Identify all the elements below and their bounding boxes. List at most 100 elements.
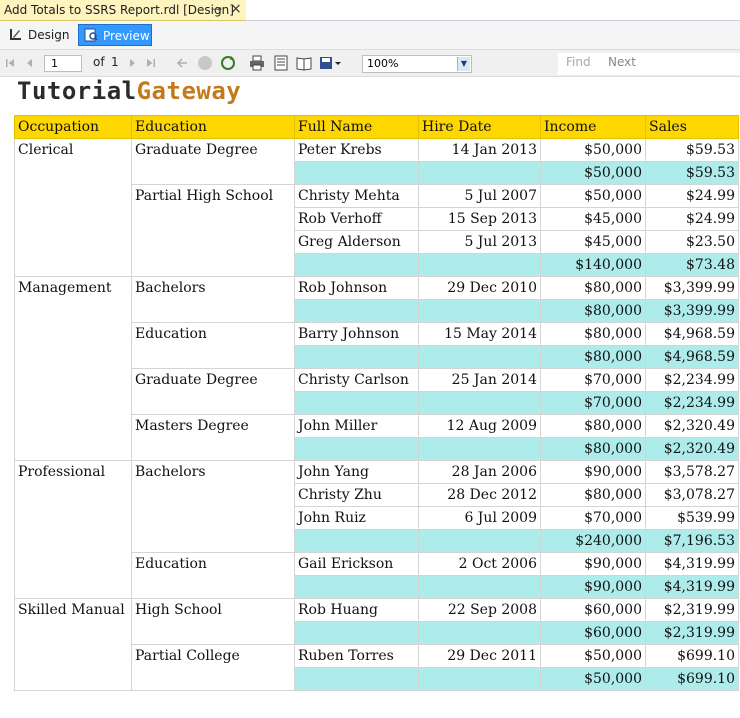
sales-cell: $4,319.99	[645, 552, 739, 576]
hire-date-cell: 14 Jan 2013	[418, 138, 541, 162]
full-name-cell: Christy Carlson	[294, 368, 419, 392]
sales-cell: $3,399.99	[645, 276, 739, 300]
header-row: Occupation Education Full Name Hire Date Inc…	[14, 115, 739, 139]
hire-date-cell: 25 Jan 2014	[418, 368, 541, 392]
last-page-icon[interactable]	[144, 57, 156, 69]
full-name-cell: John Miller	[294, 414, 419, 438]
income-total-cell: $80,000	[540, 345, 646, 369]
sales-cell: $539.99	[645, 506, 739, 530]
tutorial-gateway-logo: TutorialGateway	[17, 77, 241, 105]
next-page-icon[interactable]	[126, 57, 138, 69]
sales-cell: $3,078.27	[645, 483, 739, 507]
sales-total-cell: $2,319.99	[645, 621, 739, 645]
first-page-icon[interactable]	[5, 57, 17, 69]
subtotal-blank-cell	[418, 253, 541, 277]
stop-icon[interactable]	[197, 55, 213, 71]
occupation-cell: Professional	[14, 460, 132, 599]
income-total-cell: $80,000	[540, 437, 646, 461]
education-cell: Graduate Degree	[131, 138, 295, 185]
find-area: Find Next	[558, 53, 740, 75]
sales-cell: $2,320.49	[645, 414, 739, 438]
hire-date-cell: 28 Jan 2006	[418, 460, 541, 484]
full-name-cell: John Ruiz	[294, 506, 419, 530]
income-cell: $50,000	[540, 184, 646, 208]
hire-date-cell: 29 Dec 2010	[418, 276, 541, 300]
print-icon[interactable]	[249, 55, 265, 71]
full-name-cell: Rob Johnson	[294, 276, 419, 300]
subtotal-blank-cell	[294, 253, 419, 277]
find-link[interactable]: Find	[566, 55, 591, 69]
hire-date-cell: 6 Jul 2009	[418, 506, 541, 530]
full-name-cell: Rob Huang	[294, 598, 419, 622]
document-tab-title: Add Totals to SSRS Report.rdl [Design]	[4, 3, 234, 17]
table-row: Skilled Manual High School Rob Huang 22 Sep…	[14, 598, 739, 691]
income-total-cell: $80,000	[540, 299, 646, 323]
document-tab[interactable]: Add Totals to SSRS Report.rdl [Design] ⊸…	[0, 0, 246, 21]
subtotal-blank-cell	[294, 161, 419, 185]
sales-cell: $23.50	[645, 230, 739, 254]
subtotal-blank-cell	[294, 575, 419, 599]
full-name-cell: Peter Krebs	[294, 138, 419, 162]
subtotal-blank-cell	[418, 437, 541, 461]
next-link[interactable]: Next	[608, 55, 636, 69]
hire-date-cell: 28 Dec 2012	[418, 483, 541, 507]
column-header: Full Name	[294, 115, 419, 139]
subtotal-blank-cell	[294, 621, 419, 645]
previous-page-icon[interactable]	[24, 57, 36, 69]
sales-cell: $24.99	[645, 184, 739, 208]
close-icon[interactable]: ×	[230, 1, 242, 17]
sales-total-cell: $59.53	[645, 161, 739, 185]
design-ruler-icon	[10, 29, 21, 40]
export-icon[interactable]	[319, 55, 341, 71]
subtotal-blank-cell	[294, 529, 419, 553]
design-tab-button[interactable]: Design	[4, 24, 74, 46]
income-cell: $60,000	[540, 598, 646, 622]
education-cell: Bachelors	[131, 276, 295, 323]
preview-tab-button[interactable]: Preview	[78, 24, 152, 46]
view-tabs: Design Preview	[0, 21, 740, 49]
zoom-select[interactable]: 100% ▼	[362, 55, 472, 73]
preview-tab-label: Preview	[103, 29, 150, 43]
income-cell: $50,000	[540, 644, 646, 668]
design-tab-label: Design	[28, 28, 70, 42]
sales-total-cell: $4,968.59	[645, 345, 739, 369]
refresh-icon[interactable]	[220, 55, 236, 71]
full-name-cell: John Yang	[294, 460, 419, 484]
full-name-cell: Greg Alderson	[294, 230, 419, 254]
pin-icon[interactable]: ⊸	[212, 2, 222, 16]
hire-date-cell: 12 Aug 2009	[418, 414, 541, 438]
back-icon[interactable]	[176, 57, 188, 69]
income-total-cell: $240,000	[540, 529, 646, 553]
page-number-input[interactable]: 1	[44, 55, 82, 72]
hire-date-cell: 15 Sep 2013	[418, 207, 541, 231]
income-cell: $90,000	[540, 552, 646, 576]
income-cell: $70,000	[540, 368, 646, 392]
subtotal-blank-cell	[418, 575, 541, 599]
zoom-value: 100%	[367, 57, 399, 70]
hire-date-cell: 29 Dec 2011	[418, 644, 541, 668]
print-layout-icon[interactable]	[273, 55, 289, 71]
income-cell: $45,000	[540, 207, 646, 231]
table-row: Professional Bachelors John Yang 28 Jan 200…	[14, 460, 739, 599]
page-setup-icon[interactable]	[296, 55, 312, 71]
education-cell: Partial High School	[131, 184, 295, 277]
income-cell: $80,000	[540, 483, 646, 507]
column-header: Education	[131, 115, 295, 139]
subtotal-blank-cell	[294, 299, 419, 323]
full-name-cell: Gail Erickson	[294, 552, 419, 576]
income-total-cell: $50,000	[540, 667, 646, 691]
hire-date-cell: 5 Jul 2007	[418, 184, 541, 208]
chevron-down-icon[interactable]: ▼	[457, 57, 470, 71]
full-name-cell: Rob Verhoff	[294, 207, 419, 231]
income-cell: $80,000	[540, 414, 646, 438]
sales-total-cell: $2,320.49	[645, 437, 739, 461]
column-header: Sales	[645, 115, 739, 139]
sales-total-cell: $2,234.99	[645, 391, 739, 415]
total-pages: 1	[111, 55, 119, 69]
occupation-cell: Skilled Manual	[14, 598, 132, 691]
subtotal-blank-cell	[294, 667, 419, 691]
income-total-cell: $60,000	[540, 621, 646, 645]
sales-cell: $2,319.99	[645, 598, 739, 622]
full-name-cell: Barry Johnson	[294, 322, 419, 346]
subtotal-blank-cell	[418, 529, 541, 553]
